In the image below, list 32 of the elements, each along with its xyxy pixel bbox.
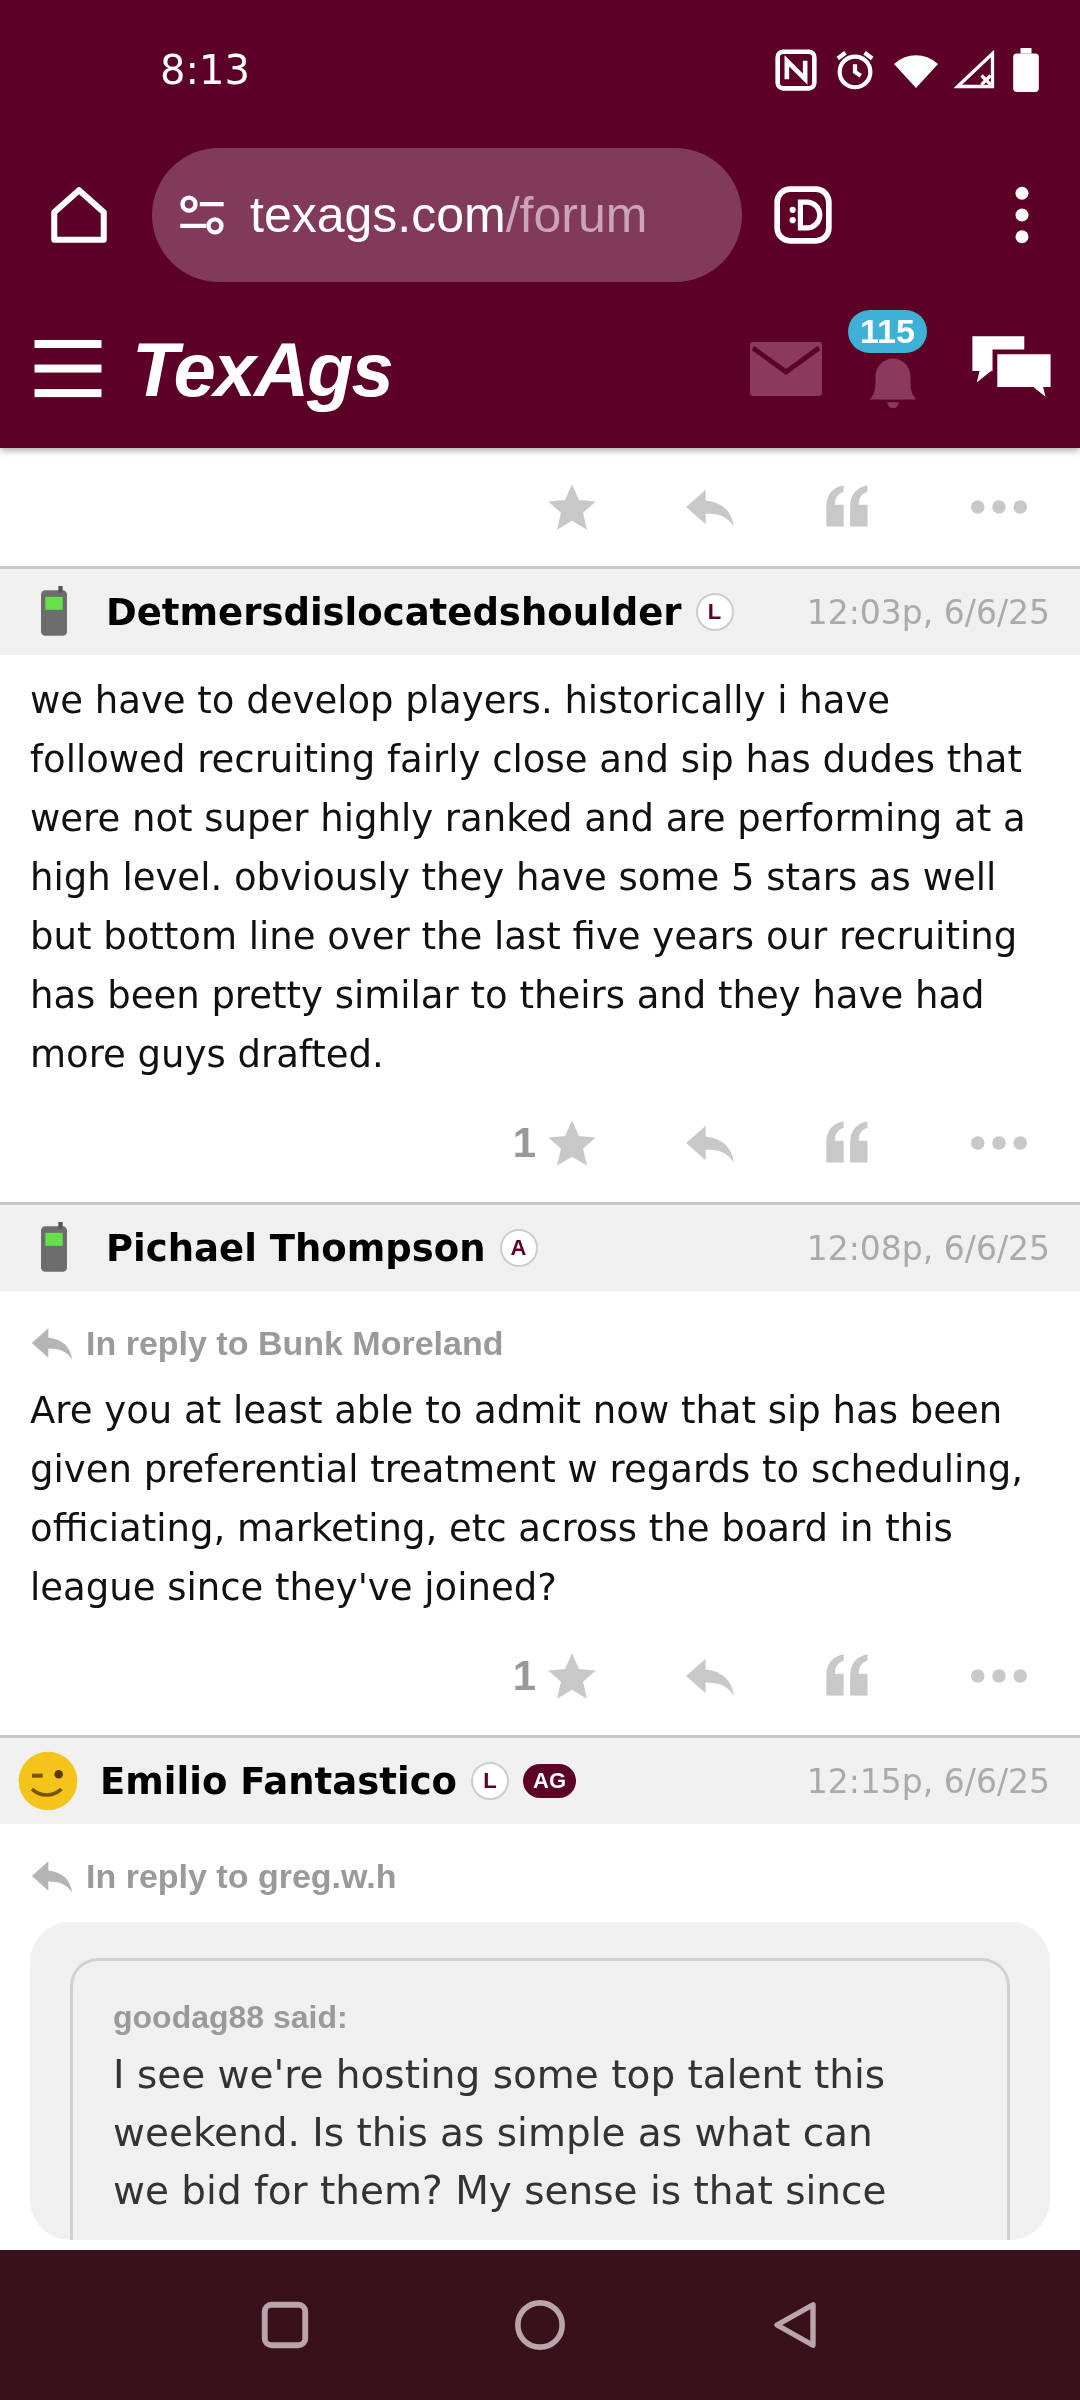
notification-badge: 115 bbox=[848, 310, 927, 353]
post-text: we have to develop players. historically i have followed recruiting fairly close and sip has dudes that were not super highly ranked and are performing at a high level. obviously they have some 5 stars as well but bottom line over the last five years our recruiting has been pretty similar to theirs and they have had more guys drafted. bbox=[29, 678, 1027, 1078]
quote-text: I see we're hosting some top talent this bbox=[113, 2051, 887, 2099]
star-count: 1 bbox=[512, 1119, 536, 1167]
battery-icon bbox=[1012, 48, 1040, 92]
user-badge: A bbox=[499, 1229, 538, 1267]
address-bar[interactable]: texags.com/forum bbox=[152, 148, 742, 282]
user-badge: L bbox=[695, 593, 734, 631]
clock-time: 8:13 bbox=[160, 47, 250, 93]
user-badge: AG bbox=[523, 1764, 576, 1798]
author-name[interactable]: Emilio Fantastico bbox=[100, 1759, 457, 1803]
quote-text: we bid for them? My sense is that since bbox=[113, 2167, 888, 2215]
post-time: 12:03p, 6/6/25 bbox=[806, 592, 1050, 632]
site-logo[interactable]: TexAgs bbox=[132, 325, 392, 413]
smiley-avatar bbox=[16, 1749, 80, 1813]
quote-attribution: goodag88 said: bbox=[113, 1999, 349, 2036]
user-badge: L bbox=[471, 1762, 509, 1800]
menu-icon[interactable] bbox=[1014, 186, 1030, 244]
more-icon[interactable] bbox=[970, 499, 1028, 515]
home-icon[interactable] bbox=[512, 2297, 568, 2353]
more-icon[interactable] bbox=[970, 1135, 1028, 1151]
post-text: Are you at least able to admit now that sip has been given preferential treatment w regards to scheduling, officiating, marketing, etc across the board in this league since they've joined? bbox=[29, 1388, 1024, 1611]
post-time: 12:08p, 6/6/25 bbox=[806, 1228, 1050, 1268]
quote-text: weekend. Is this as simple as what can bbox=[113, 2109, 874, 2157]
author-name[interactable]: Detmersdislocatedshoulder bbox=[106, 590, 682, 634]
mail-icon[interactable] bbox=[750, 341, 822, 397]
post-time: 12:15p, 6/6/25 bbox=[806, 1761, 1050, 1801]
extension-icon[interactable] bbox=[772, 184, 834, 246]
nfc-icon bbox=[774, 48, 818, 92]
author-name[interactable]: Pichael Thompson bbox=[106, 1226, 486, 1270]
star-count: 1 bbox=[512, 1652, 536, 1700]
more-icon[interactable] bbox=[970, 1668, 1028, 1684]
